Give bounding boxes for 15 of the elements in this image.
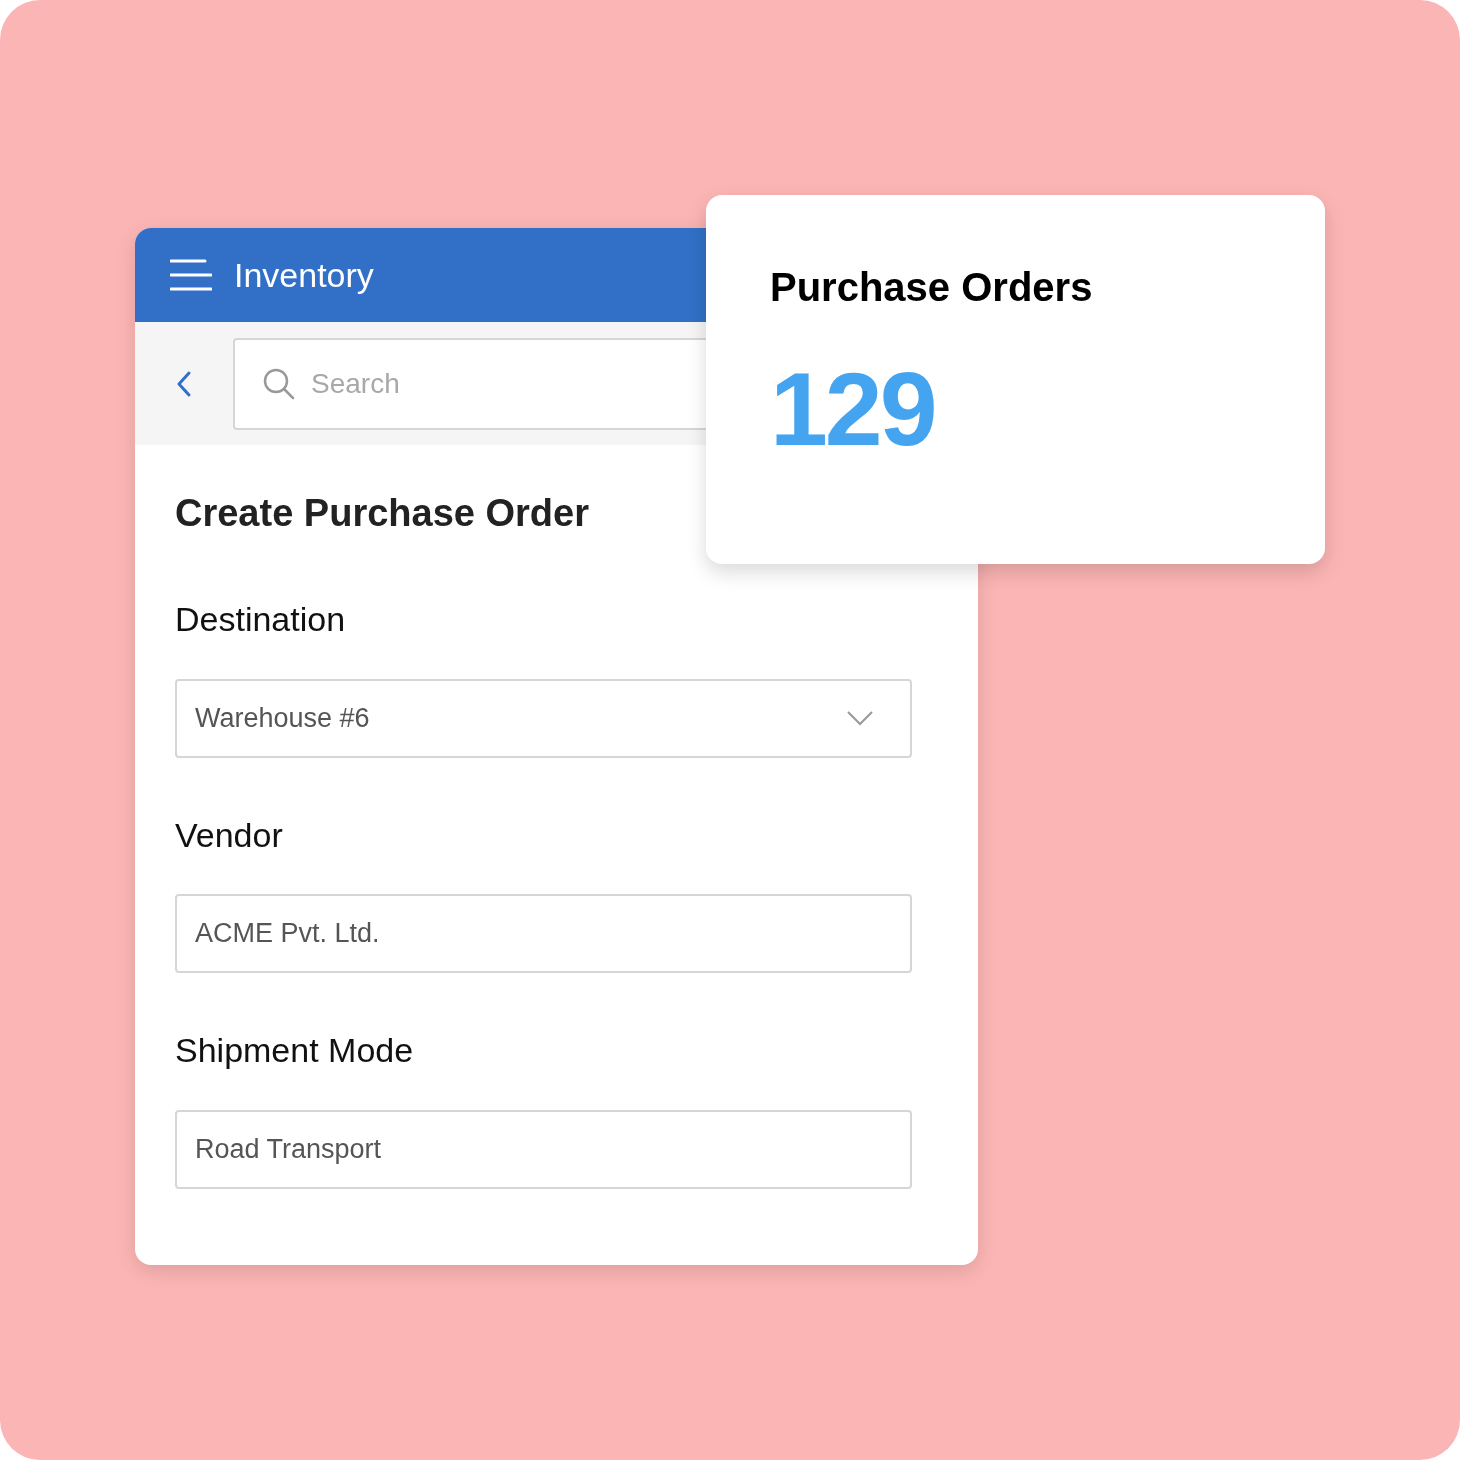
form-title: Create Purchase Order xyxy=(175,491,590,536)
field-label: Shipment Mode xyxy=(175,1030,415,1071)
back-icon[interactable] xyxy=(175,369,193,398)
field-label: Destination xyxy=(175,599,347,640)
search-icon xyxy=(263,367,295,400)
app-title: Inventory xyxy=(234,254,374,296)
menu-icon[interactable] xyxy=(170,258,212,292)
search-field[interactable]: Search xyxy=(233,337,706,430)
stat-title: Purchase Orders xyxy=(770,264,1094,311)
chevron-down-icon xyxy=(846,710,874,726)
stat-value: 129 xyxy=(770,357,936,461)
input-field[interactable]: Road Transport xyxy=(175,1109,912,1189)
field-label: Vendor xyxy=(175,814,284,856)
dropdown[interactable]: Warehouse #6 xyxy=(175,678,912,758)
input-field[interactable]: ACME Pvt. Ltd. xyxy=(175,894,912,973)
